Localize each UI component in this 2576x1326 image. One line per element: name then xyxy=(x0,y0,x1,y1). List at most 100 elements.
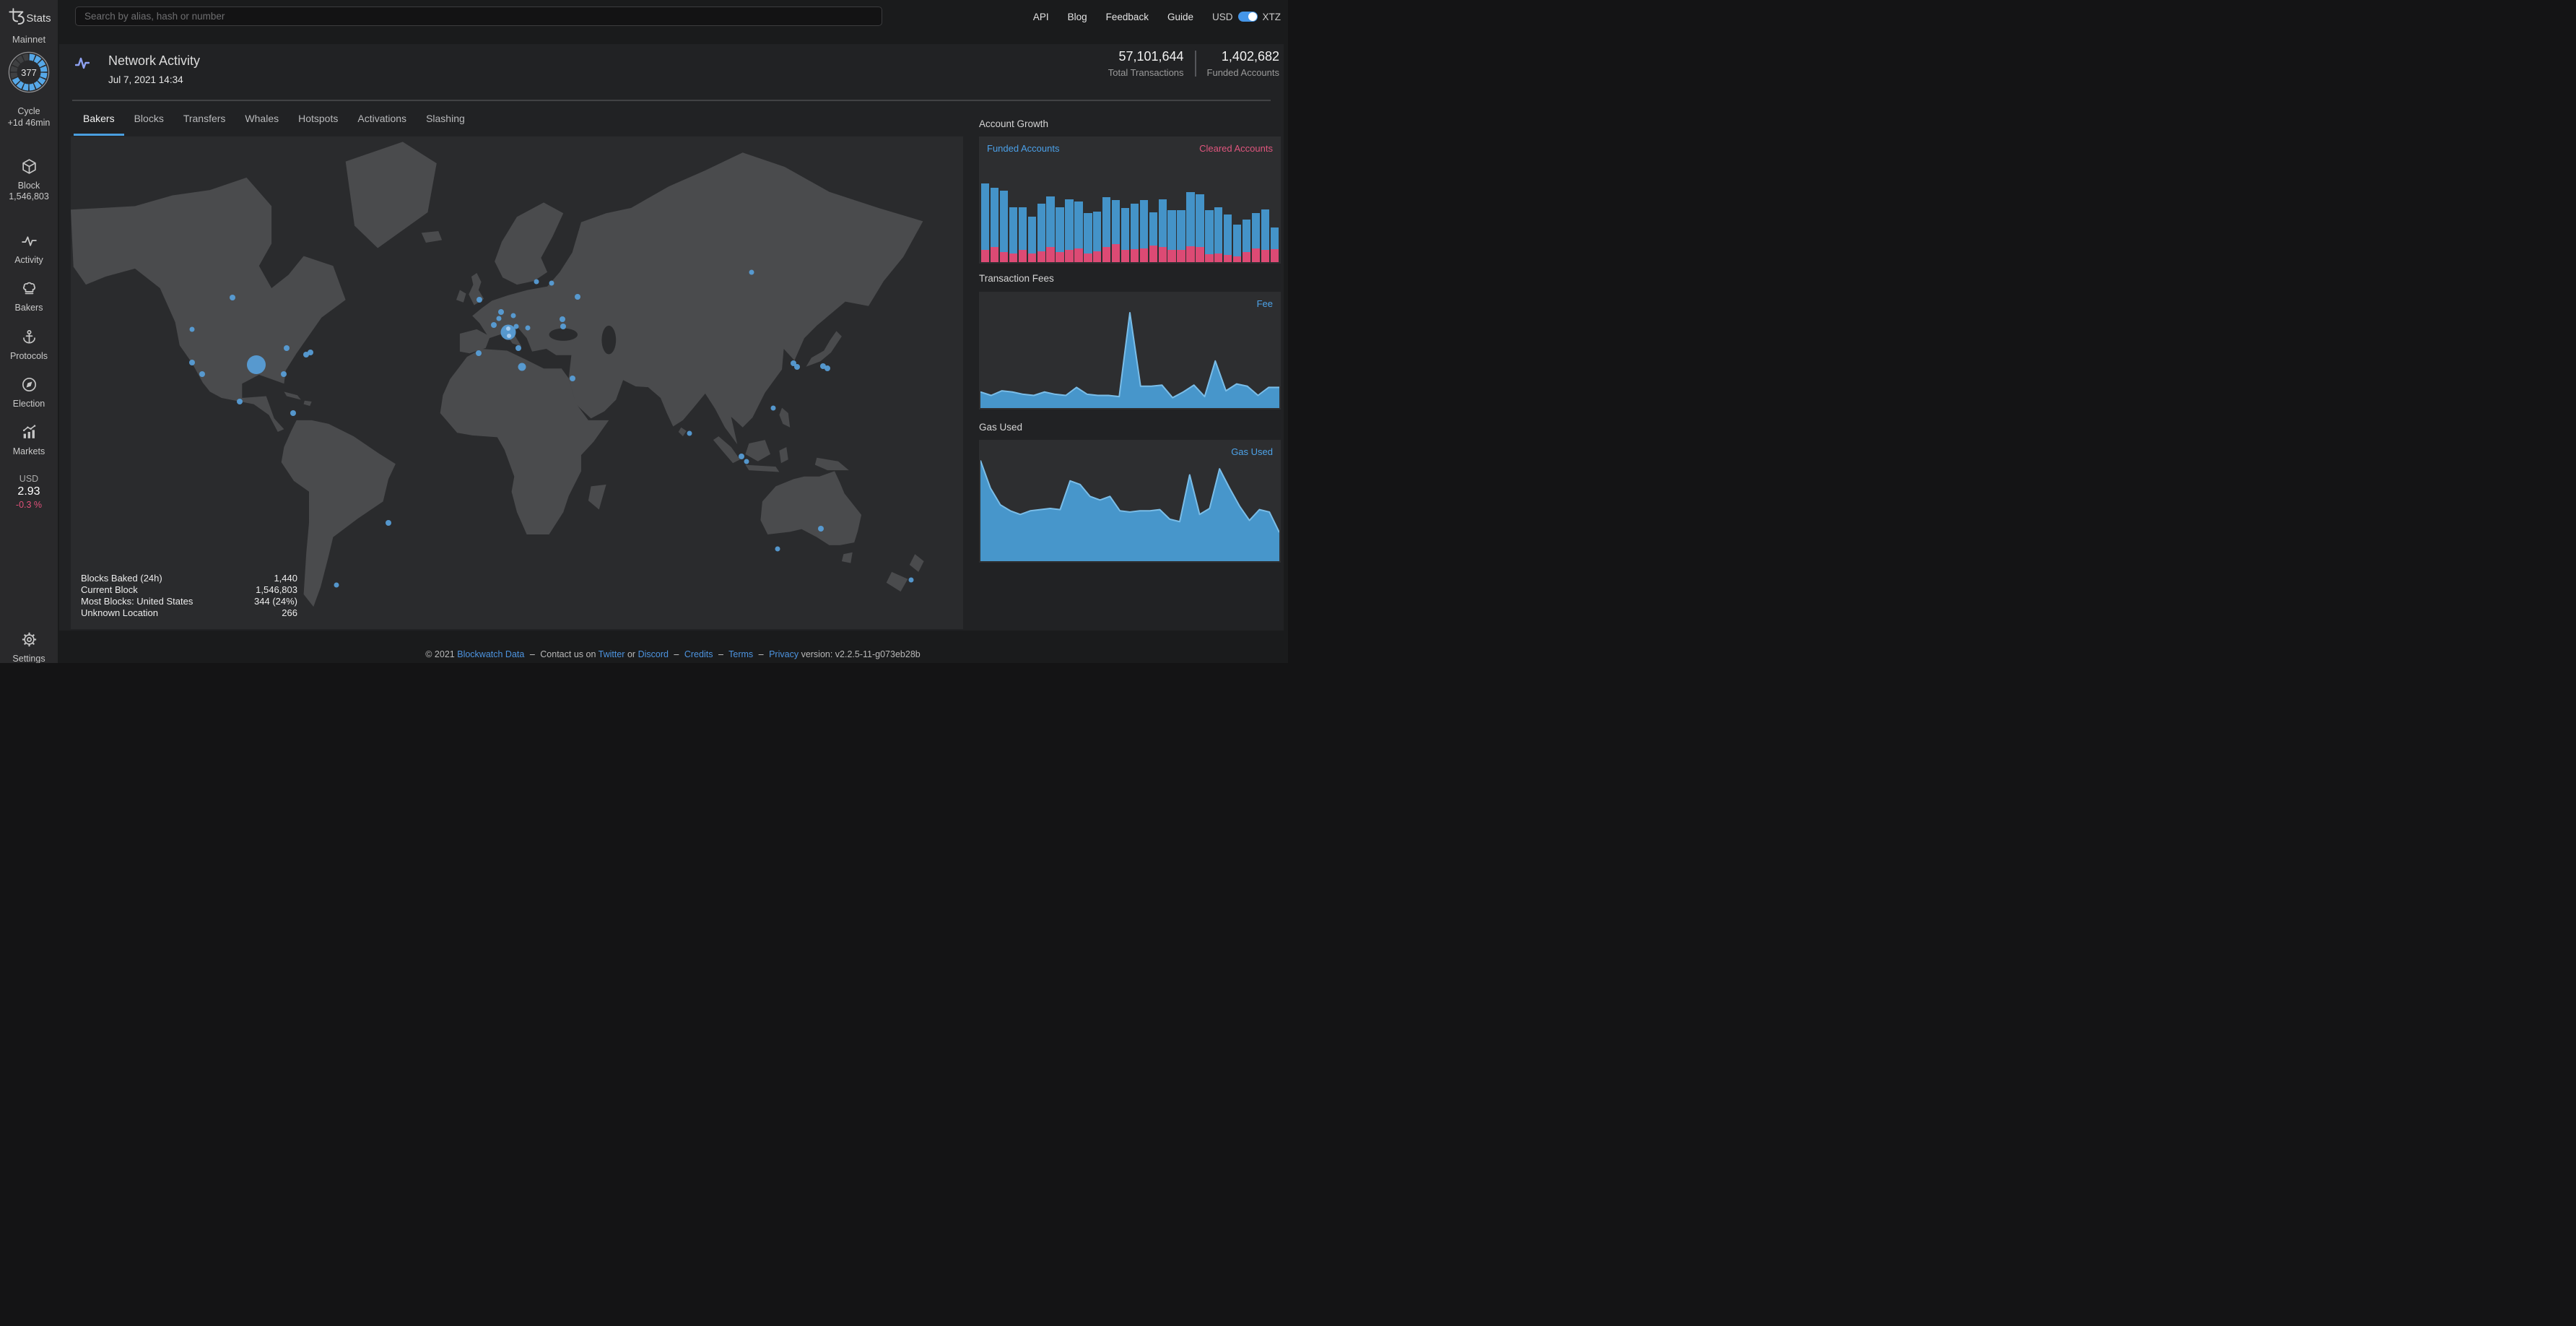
stats-divider xyxy=(1195,51,1196,77)
growth-bar xyxy=(991,162,998,262)
gear-icon xyxy=(21,631,38,651)
growth-bar xyxy=(1131,162,1139,262)
growth-bar xyxy=(1252,162,1260,262)
tab-bakers[interactable]: Bakers xyxy=(74,101,124,136)
growth-bar xyxy=(1205,162,1213,262)
gas-used-chart[interactable]: Gas Used xyxy=(979,440,1281,563)
tab-whales[interactable]: Whales xyxy=(235,101,288,136)
growth-bar xyxy=(1233,162,1241,262)
network-label: Mainnet xyxy=(0,34,58,45)
baker-location-dot xyxy=(575,294,580,300)
sidebar-item-bakers[interactable]: Bakers xyxy=(0,280,58,313)
cycle-label: Cycle +1d 46min xyxy=(0,105,58,129)
cube-icon xyxy=(21,158,38,178)
sidebar-item-protocols[interactable]: Protocols xyxy=(0,329,58,362)
compass-icon xyxy=(21,376,38,396)
footer-link-blockwatch[interactable]: Blockwatch Data xyxy=(457,649,524,659)
growth-bar xyxy=(1037,162,1045,262)
link-api[interactable]: API xyxy=(1033,12,1049,22)
growth-bar xyxy=(1177,162,1185,262)
sidebar-item-markets[interactable]: Markets xyxy=(0,424,58,457)
pulse-icon xyxy=(21,233,38,253)
growth-bar xyxy=(1271,162,1279,262)
baker-location-dot xyxy=(190,327,195,332)
growth-bar xyxy=(1084,162,1092,262)
growth-bar xyxy=(1196,162,1204,262)
growth-bar xyxy=(1028,162,1036,262)
baker-location-dot xyxy=(775,546,780,551)
baker-location-dot xyxy=(247,355,266,374)
sidebar-item-settings[interactable]: Settings xyxy=(0,631,58,663)
baker-location-dot xyxy=(498,309,504,315)
tezos-logo-icon xyxy=(6,6,25,31)
page-date: Jul 7, 2021 14:34 xyxy=(108,74,183,85)
link-guide[interactable]: Guide xyxy=(1167,12,1193,22)
growth-bar xyxy=(1093,162,1101,262)
growth-bar xyxy=(1000,162,1008,262)
map-stat-row: Blocks Baked (24h)1,440 xyxy=(81,573,297,584)
baker-location-dot xyxy=(560,324,566,329)
baker-location-dot xyxy=(506,326,510,331)
baker-location-dot xyxy=(237,399,243,404)
sidebar-item-election[interactable]: Election xyxy=(0,376,58,410)
growth-bar xyxy=(1167,162,1175,262)
footer-link-privacy[interactable]: Privacy xyxy=(769,649,799,659)
baker-location-dot xyxy=(386,520,391,526)
transaction-fees-chart[interactable]: Fee xyxy=(979,292,1281,410)
baker-location-dot xyxy=(476,350,482,356)
baker-location-dot xyxy=(570,376,575,381)
growth-bar xyxy=(1186,162,1194,262)
baker-location-dot xyxy=(818,526,824,532)
tab-activations[interactable]: Activations xyxy=(348,101,416,136)
footer-link-terms[interactable]: Terms xyxy=(728,649,753,659)
tab-slashing[interactable]: Slashing xyxy=(417,101,474,136)
legend-cleared-accounts: Cleared Accounts xyxy=(1199,143,1273,154)
logo[interactable]: Stats xyxy=(0,6,58,31)
cycle-progress-ring[interactable]: 377 xyxy=(7,51,51,94)
tab-hotspots[interactable]: Hotspots xyxy=(289,101,347,136)
topbar-links: API Blog Feedback Guide USD XTZ xyxy=(1033,0,1281,33)
baker-location-dot xyxy=(687,431,692,436)
growth-bar xyxy=(1121,162,1129,262)
growth-bar xyxy=(1102,162,1110,262)
tab-blocks[interactable]: Blocks xyxy=(125,101,173,136)
baker-location-dot xyxy=(525,325,530,330)
footer-version: version: v2.2.5-11-g073eb28b xyxy=(801,649,921,659)
link-feedback[interactable]: Feedback xyxy=(1106,12,1149,22)
transaction-fees-title: Transaction Fees xyxy=(979,273,1054,284)
baker-location-dot xyxy=(744,459,749,464)
baker-location-dot xyxy=(491,322,497,328)
currency-switch[interactable] xyxy=(1238,12,1258,22)
baker-location-dot xyxy=(334,583,339,588)
price-change: -0.3 % xyxy=(0,500,58,510)
price-currency: USD xyxy=(0,474,58,484)
growth-bar xyxy=(1140,162,1148,262)
account-growth-title: Account Growth xyxy=(979,118,1048,129)
link-blog[interactable]: Blog xyxy=(1068,12,1087,22)
sidebar-item-activity[interactable]: Activity xyxy=(0,233,58,266)
tab-transfers[interactable]: Transfers xyxy=(174,101,235,136)
baker-location-dot xyxy=(290,410,296,416)
footer-link-twitter[interactable]: Twitter xyxy=(599,649,625,659)
price-value: 2.93 xyxy=(0,485,58,498)
baker-world-map[interactable]: Blocks Baked (24h)1,440 Current Block1,5… xyxy=(71,136,963,629)
sidebar: Stats Mainnet 377 Cycle +1d 46min Block … xyxy=(0,0,58,663)
sidebar-item-block[interactable]: Block 1,546,803 xyxy=(0,158,58,202)
baker-location-dot xyxy=(749,269,754,274)
account-growth-chart[interactable]: Funded Accounts Cleared Accounts xyxy=(979,136,1281,264)
search-input[interactable] xyxy=(75,6,882,26)
baker-location-dot xyxy=(189,360,195,365)
tab-bar: Bakers Blocks Transfers Whales Hotspots … xyxy=(74,101,474,136)
footer-link-credits[interactable]: Credits xyxy=(684,649,713,659)
baker-location-dot xyxy=(560,316,565,322)
baker-location-dot xyxy=(284,345,290,351)
growth-bar xyxy=(1009,162,1017,262)
growth-bar xyxy=(1159,162,1167,262)
active-tab-underline xyxy=(74,134,124,136)
growth-bar xyxy=(1074,162,1082,262)
price-widget[interactable]: USD 2.93 -0.3 % xyxy=(0,474,58,510)
legend-funded-accounts: Funded Accounts xyxy=(987,143,1059,154)
baker-location-dot xyxy=(230,295,235,300)
baker-location-dot xyxy=(534,279,539,284)
footer-link-discord[interactable]: Discord xyxy=(638,649,669,659)
